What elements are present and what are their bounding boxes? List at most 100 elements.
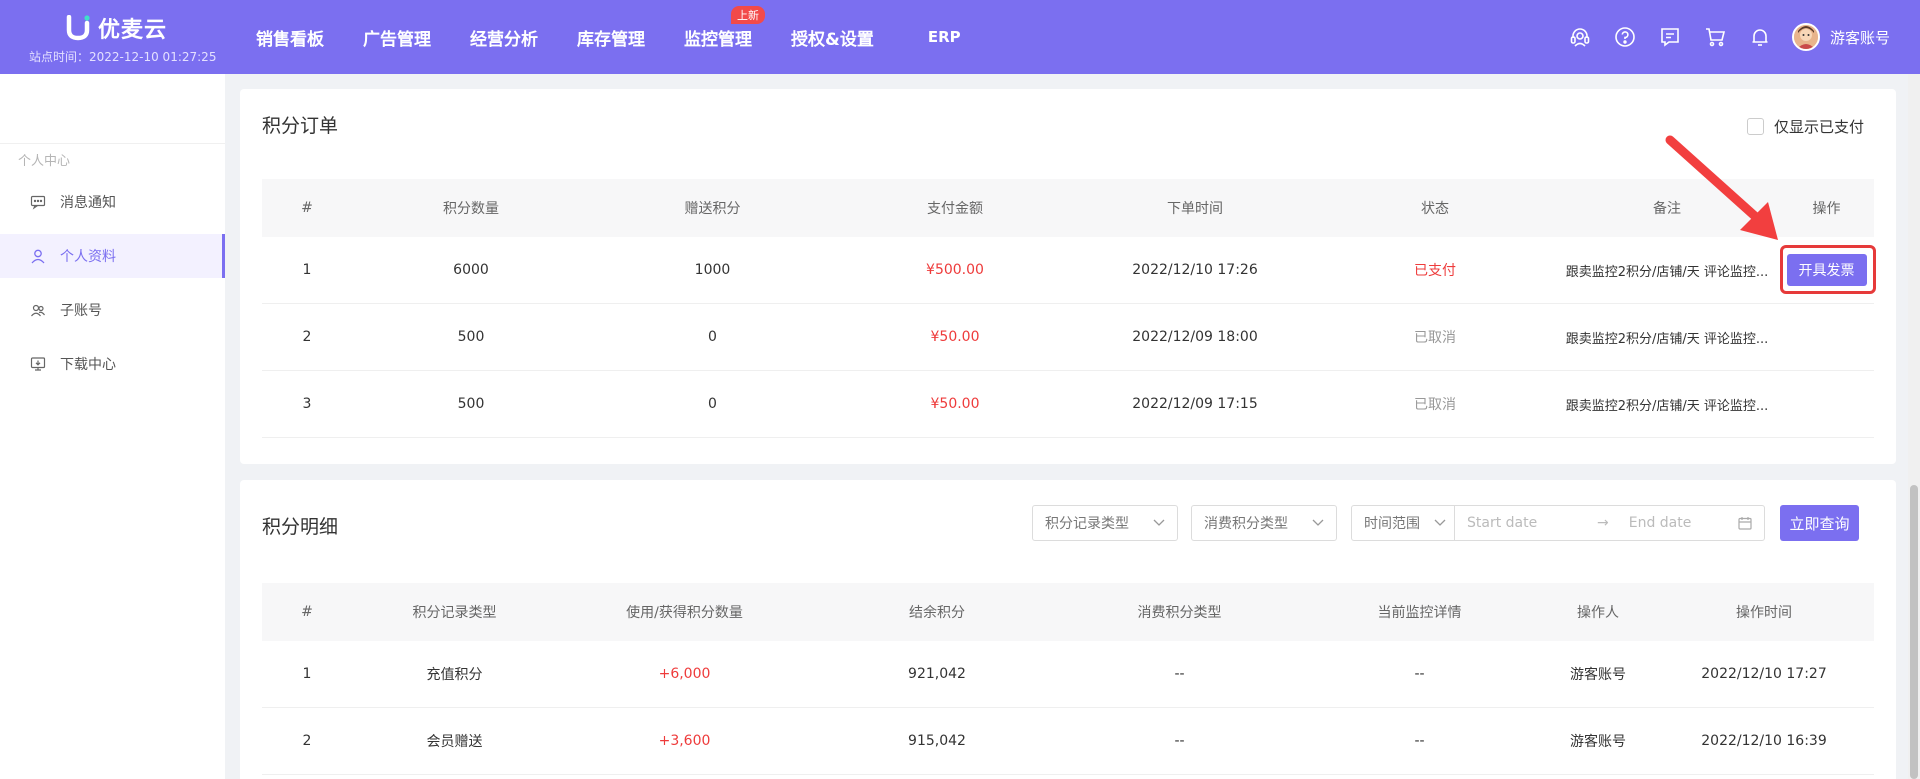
consume-type-placeholder: 消费积分类型 — [1204, 516, 1288, 532]
record-type-select[interactable]: 积分记录类型 — [1032, 505, 1178, 541]
sidebar-item-label: 下载中心 — [60, 357, 116, 373]
row-op-time: 2022/12/10 17:27 — [1701, 666, 1827, 682]
logo-text: 优麦云 — [98, 18, 168, 43]
row-balance: 915,042 — [908, 733, 966, 749]
row-monitor: -- — [1414, 733, 1425, 749]
sidebar-item-messages[interactable]: 消息通知 — [0, 180, 225, 224]
top-icons: 游客账号 — [1567, 0, 1920, 74]
message-icon — [30, 194, 46, 210]
col-no: # — [301, 604, 313, 620]
row-points: 6000 — [453, 262, 489, 278]
col-amount: 支付金额 — [927, 201, 983, 217]
sub-account-icon — [30, 302, 46, 318]
user-icon — [30, 248, 46, 264]
consume-type-select[interactable]: 消费积分类型 — [1191, 505, 1337, 541]
top-bar: 优麦云 站点时间：2022-12-10 01:27:25 销售看板 广告管理 经… — [0, 0, 1920, 74]
end-date-input[interactable]: End date — [1629, 515, 1692, 531]
sidebar-group-label: 个人中心 — [18, 154, 71, 169]
main-nav: 销售看板 广告管理 经营分析 库存管理 监控管理 上新 授权&设置 ERP — [256, 0, 961, 74]
cart-icon[interactable] — [1702, 24, 1728, 50]
table-row: 3 500 0 ¥50.00 2022/12/09 17:15 已取消 跟卖监控… — [262, 371, 1874, 438]
row-bonus: 0 — [708, 396, 717, 412]
logo[interactable]: 优麦云 — [66, 12, 167, 44]
col-bonus: 赠送积分 — [684, 201, 741, 217]
nav-inventory[interactable]: 库存管理 — [577, 25, 645, 50]
row-record-type: 会员赠送 — [426, 734, 483, 750]
row-bonus: 1000 — [694, 262, 731, 278]
row-note: 跟卖监控2积分/店铺/天 评论监控... — [1565, 331, 1769, 347]
date-range-picker[interactable]: Start date → End date — [1454, 505, 1765, 541]
row-amount: ¥50.00 — [930, 329, 980, 345]
start-date-input[interactable]: Start date — [1467, 515, 1577, 531]
user-name[interactable]: 游客账号 — [1830, 27, 1890, 48]
row-time: 2022/12/09 18:00 — [1132, 329, 1258, 345]
row-no: 3 — [302, 396, 312, 412]
sidebar: 个人中心 消息通知 个人资料 子账号 下载中心 — [0, 74, 225, 779]
row-operator: 游客账号 — [1570, 667, 1626, 683]
row-time: 2022/12/09 17:15 — [1132, 396, 1258, 412]
orders-title: 积分订单 — [262, 115, 339, 137]
download-icon — [30, 356, 46, 372]
status-cancelled: 已取消 — [1414, 330, 1456, 346]
orders-table-header: # 积分数量 赠送积分 支付金额 下单时间 状态 备注 操作 — [262, 179, 1874, 237]
table-row: 1 充值积分 +6,000 921,042 -- -- 游客账号 2022/12… — [262, 641, 1874, 708]
row-op-time: 2022/12/10 16:39 — [1701, 733, 1827, 749]
row-consume-type: -- — [1174, 733, 1185, 749]
row-operator: 游客账号 — [1570, 734, 1626, 750]
row-note: 跟卖监控2积分/店铺/天 评论监控... — [1565, 398, 1769, 414]
nav-ads[interactable]: 广告管理 — [363, 25, 431, 50]
col-status: 状态 — [1421, 201, 1449, 217]
points-orders-card: 积分订单 仅显示已支付 # 积分数量 赠送积分 支付金额 下单时间 状态 备注 … — [240, 89, 1896, 464]
row-amount: ¥500.00 — [926, 262, 984, 278]
annotation-arrow-icon — [1665, 135, 1778, 240]
sidebar-item-subaccounts[interactable]: 子账号 — [0, 288, 225, 332]
time-range-label: 时间范围 — [1364, 516, 1420, 532]
col-op-time: 操作时间 — [1736, 605, 1792, 621]
sidebar-item-label: 个人资料 — [60, 249, 116, 265]
row-record-type: 充值积分 — [426, 667, 483, 683]
bell-icon[interactable] — [1747, 24, 1773, 50]
row-points: 500 — [457, 396, 485, 412]
row-no: 1 — [302, 666, 312, 682]
status-cancelled: 已取消 — [1414, 397, 1456, 413]
row-monitor: -- — [1414, 666, 1425, 682]
highlight-box — [1780, 245, 1876, 294]
chevron-down-icon — [1153, 519, 1165, 527]
calendar-icon[interactable] — [1738, 516, 1752, 530]
record-type-placeholder: 积分记录类型 — [1045, 516, 1129, 532]
nav-settings[interactable]: 授权&设置 — [791, 25, 874, 50]
row-time: 2022/12/10 17:26 — [1132, 262, 1258, 278]
help-icon[interactable] — [1612, 24, 1638, 50]
avatar[interactable] — [1791, 23, 1820, 51]
details-table: # 积分记录类型 使用/获得积分数量 结余积分 消费积分类型 当前监控详情 操作… — [262, 583, 1874, 775]
row-change: +6,000 — [658, 666, 711, 682]
col-time: 下单时间 — [1167, 201, 1223, 217]
row-consume-type: -- — [1174, 666, 1185, 682]
table-row: 1 6000 1000 ¥500.00 2022/12/10 17:26 已支付… — [262, 237, 1874, 304]
sidebar-item-profile[interactable]: 个人资料 — [0, 234, 225, 278]
row-balance: 921,042 — [908, 666, 966, 682]
nav-monitor[interactable]: 监控管理 上新 — [684, 5, 765, 50]
status-paid: 已支付 — [1414, 263, 1456, 279]
chevron-down-icon — [1312, 519, 1324, 527]
scrollbar-thumb[interactable] — [1910, 485, 1918, 779]
site-time: 站点时间：2022-12-10 01:27:25 — [29, 50, 217, 64]
new-badge: 上新 — [731, 5, 765, 24]
sidebar-item-downloads[interactable]: 下载中心 — [0, 342, 225, 386]
col-balance: 结余积分 — [909, 605, 965, 621]
logo-icon — [66, 15, 90, 41]
chat-icon[interactable] — [1657, 24, 1683, 50]
details-title: 积分明细 — [262, 516, 339, 538]
col-no: # — [301, 200, 313, 216]
row-points: 500 — [457, 329, 485, 345]
sidebar-item-label: 消息通知 — [60, 195, 116, 211]
headset-icon[interactable] — [1567, 24, 1593, 50]
time-range-select[interactable]: 时间范围 — [1351, 505, 1455, 541]
nav-analysis[interactable]: 经营分析 — [470, 25, 538, 50]
col-record-type: 积分记录类型 — [412, 605, 497, 621]
row-amount: ¥50.00 — [930, 396, 980, 412]
sidebar-divider — [0, 143, 225, 144]
nav-sales-dashboard[interactable]: 销售看板 — [256, 25, 324, 50]
nav-erp[interactable]: ERP — [928, 28, 961, 46]
query-button[interactable]: 立即查询 — [1780, 505, 1859, 541]
